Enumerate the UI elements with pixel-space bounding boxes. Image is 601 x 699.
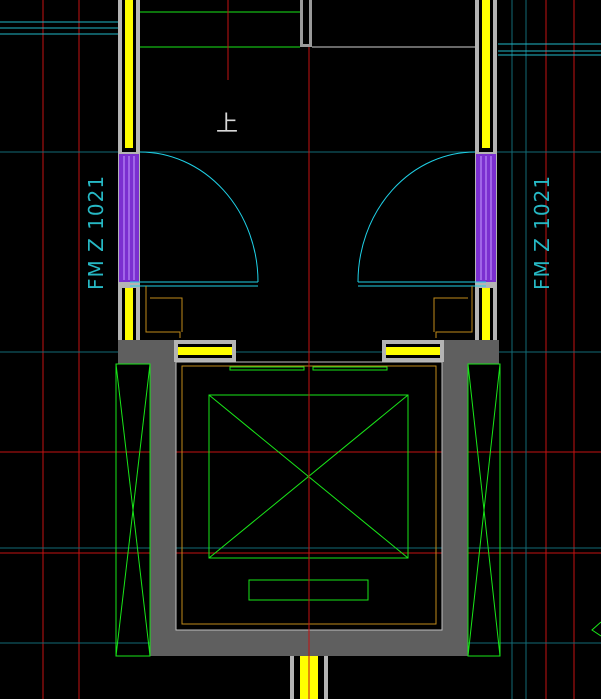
right-wall-upper [475,0,497,152]
left-fire-door [118,152,140,284]
up-direction-label: 上 [216,112,238,137]
right-wall-lower [475,284,497,340]
left-wall-lower [118,284,140,340]
right-door-tag: FM Z 1021 [530,175,554,290]
right-fire-door [475,152,497,284]
cad-drawing-canvas: 上 FM Z 1021 FM Z 1021 [0,0,601,699]
canvas-background [0,0,601,699]
left-wall-upper [118,0,140,152]
left-door-tag: FM Z 1021 [84,175,108,290]
